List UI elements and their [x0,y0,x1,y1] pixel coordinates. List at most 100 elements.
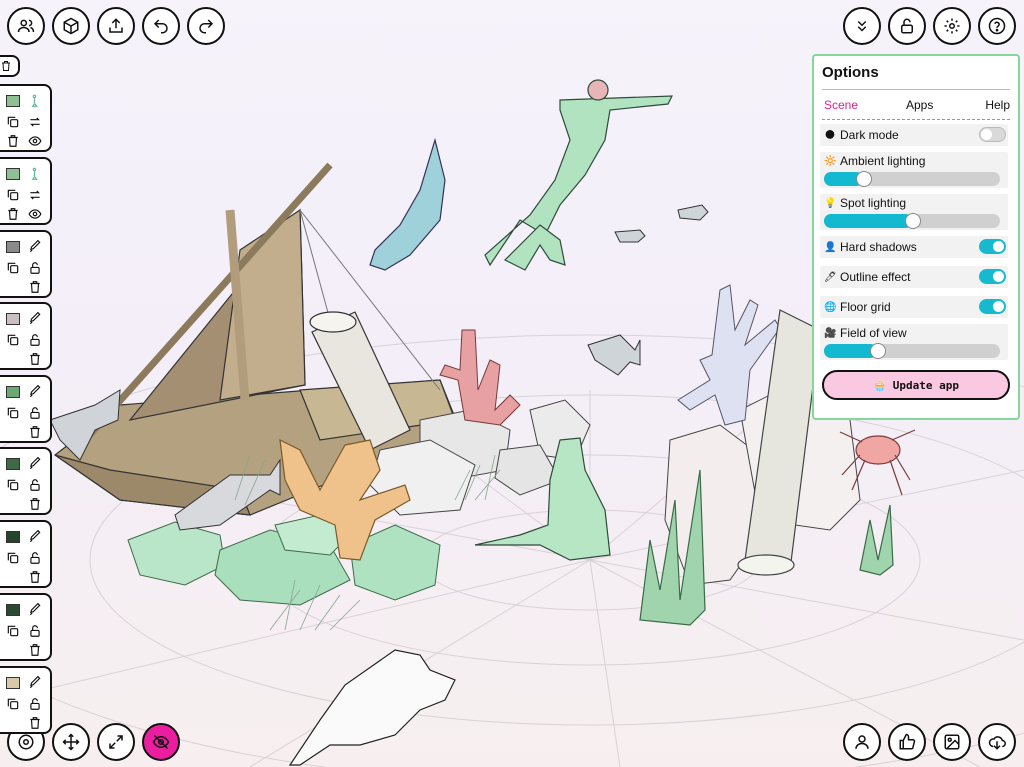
layer-color-swatch[interactable] [6,458,20,470]
layer-color-swatch[interactable] [6,168,20,180]
layer-color-swatch[interactable] [6,677,20,689]
eye-icon[interactable] [28,134,42,148]
unlock-icon[interactable] [28,478,42,492]
cupcake-icon: 🧁 [873,378,887,392]
lock-button[interactable] [888,7,926,45]
layer-card[interactable] [0,666,52,734]
collaborators-button[interactable] [7,7,45,45]
trash-icon[interactable] [28,643,42,657]
eye-icon[interactable] [28,207,42,221]
camera-icon: 🎥 [824,327,837,339]
layer-card[interactable] [0,157,52,225]
mermaid-icon [28,94,42,108]
user-icon [855,735,869,749]
upload-icon [109,18,123,33]
help-button[interactable] [978,7,1016,45]
layer-color-swatch[interactable] [6,313,20,325]
collapse-button[interactable] [843,7,881,45]
redo-icon [199,19,214,34]
duplicate-icon[interactable] [6,478,20,492]
expand-button[interactable] [97,723,135,761]
lightbulb-icon: 💡 [824,197,837,209]
layer-card[interactable] [0,84,52,152]
tab-apps[interactable]: Apps [906,98,933,112]
brush-icon[interactable] [28,384,42,399]
trash-icon[interactable] [6,134,20,148]
like-button[interactable] [888,723,926,761]
outline-effect-toggle[interactable] [979,269,1006,284]
delete-all-button[interactable] [0,55,20,77]
floor-grid-row: 🌐 Floor grid [820,296,1008,318]
duplicate-icon[interactable] [6,333,20,347]
spot-lighting-slider[interactable] [824,213,1000,229]
undo-button[interactable] [142,7,180,45]
trash-icon[interactable] [6,207,20,221]
layer-card[interactable] [0,520,52,588]
field-of-view-slider[interactable] [824,343,1000,359]
duplicate-icon[interactable] [6,115,20,129]
add-object-button[interactable] [52,7,90,45]
duplicate-icon[interactable] [6,697,20,711]
trash-icon [2,61,10,71]
unlock-icon[interactable] [28,624,42,638]
layer-color-swatch[interactable] [6,95,20,107]
update-app-button[interactable]: 🧁 Update app [822,370,1010,400]
tab-scene[interactable]: Scene [824,98,858,112]
unlock-icon[interactable] [28,697,42,711]
spot-lighting-label: Spot lighting [840,196,907,210]
trash-icon[interactable] [28,280,42,294]
layer-color-swatch[interactable] [6,604,20,616]
options-tabs: Scene Apps Help [822,98,1010,118]
trash-icon[interactable] [28,425,42,439]
swap-icon[interactable] [28,188,42,202]
tab-help[interactable]: Help [985,98,1010,112]
hide-button[interactable] [142,723,180,761]
layer-card[interactable] [0,302,52,370]
brush-icon[interactable] [28,529,42,544]
ambient-lighting-slider[interactable] [824,171,1000,187]
layer-card[interactable] [0,375,52,443]
moon-icon: 🌑 [824,129,836,141]
layer-color-swatch[interactable] [6,531,20,543]
trash-icon[interactable] [28,570,42,584]
duplicate-icon[interactable] [6,406,20,420]
unlock-icon[interactable] [28,406,42,420]
download-icon [988,736,1006,750]
update-app-label: Update app [892,378,959,392]
brush-icon[interactable] [28,675,42,690]
floor-grid-toggle[interactable] [979,299,1006,314]
duplicate-icon[interactable] [6,624,20,638]
dolphin-model [369,137,446,271]
layer-card[interactable] [0,593,52,661]
brush-icon[interactable] [28,239,42,254]
swap-icon[interactable] [28,115,42,129]
move-button[interactable] [52,723,90,761]
duplicate-icon[interactable] [6,551,20,565]
share-button[interactable] [97,7,135,45]
layer-card[interactable] [0,230,52,298]
dark-mode-label: Dark mode [840,128,899,142]
unlock-icon[interactable] [28,551,42,565]
duplicate-icon[interactable] [6,188,20,202]
profile-button[interactable] [843,723,881,761]
redo-button[interactable] [187,7,225,45]
layer-color-swatch[interactable] [6,241,20,253]
undo-icon [153,19,168,34]
download-button[interactable] [978,723,1016,761]
brush-icon[interactable] [28,456,42,471]
trash-icon[interactable] [28,497,42,511]
unlock-icon[interactable] [28,261,42,275]
trash-icon[interactable] [28,716,42,730]
settings-button[interactable] [933,7,971,45]
layer-color-swatch[interactable] [6,386,20,398]
trash-icon[interactable] [28,352,42,366]
snapshot-button[interactable] [933,723,971,761]
hard-shadows-toggle[interactable] [979,239,1006,254]
layer-card[interactable] [0,447,52,515]
unlock-icon[interactable] [28,333,42,347]
dark-mode-toggle[interactable] [979,127,1006,142]
users-icon [17,19,35,33]
brush-icon[interactable] [28,602,42,617]
brush-icon[interactable] [28,311,42,326]
duplicate-icon[interactable] [6,261,20,275]
